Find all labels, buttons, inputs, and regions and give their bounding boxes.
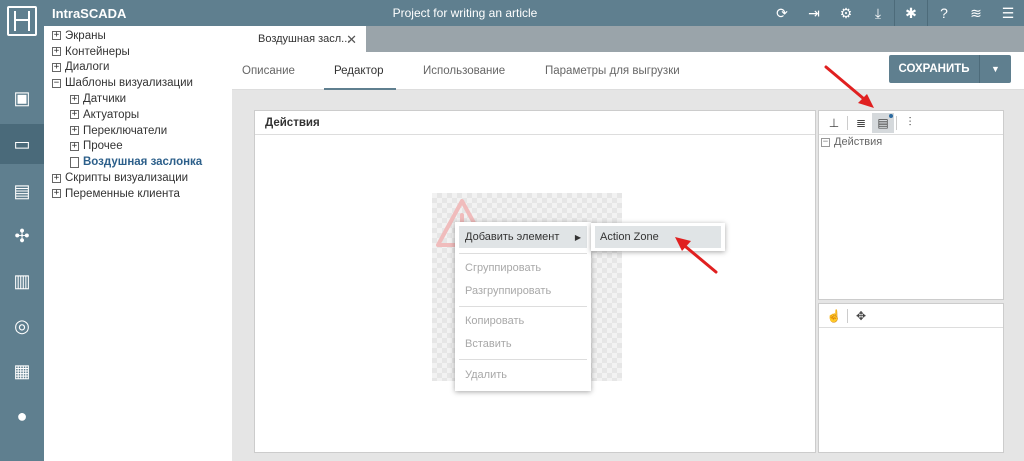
tree-item-label: Действия: [834, 136, 883, 148]
expand-icon[interactable]: +: [52, 47, 61, 57]
top-toolbar: ⟳ ⇥ ⚙ ⤓ ✱ ? ≋ ☰: [766, 0, 1024, 26]
download-icon[interactable]: ⤓: [862, 0, 894, 26]
chevron-down-icon[interactable]: ▼: [979, 55, 1011, 83]
close-icon[interactable]: ✕: [346, 32, 357, 48]
settings-gear-icon[interactable]: ⚙: [830, 0, 862, 26]
tree-item-scripts[interactable]: + Скрипты визуализации: [44, 170, 232, 186]
tab-export-params[interactable]: Параметры для выгрузки: [545, 65, 680, 77]
cpu-chip-icon[interactable]: ▣: [0, 78, 44, 118]
expand-icon[interactable]: +: [52, 62, 61, 72]
refresh-icon[interactable]: ⟳: [766, 0, 798, 26]
tree-item-containers[interactable]: + Контейнеры: [44, 44, 232, 60]
tab-editor[interactable]: Редактор: [334, 65, 384, 77]
tree-item-screens[interactable]: + Экраны: [44, 28, 232, 44]
top-bar: IntraSCADA Project for writing an articl…: [0, 0, 1024, 26]
pointer-hand-icon[interactable]: ☝: [823, 306, 845, 326]
toolbar-divider: [847, 115, 848, 130]
save-button-label: СОХРАНИТЬ: [898, 63, 970, 75]
menu-item-copy[interactable]: Копировать: [455, 310, 591, 332]
document-tab-bar: Воздушная засл... ✕: [232, 26, 1024, 52]
hierarchy-icon[interactable]: ⊥: [823, 113, 845, 133]
expand-icon[interactable]: +: [70, 110, 79, 120]
context-menu: Добавить элемент ▶ Сгруппировать Разгруп…: [455, 222, 591, 391]
archive-icon[interactable]: ▦: [0, 351, 44, 391]
bar-chart-icon[interactable]: ▥: [0, 261, 44, 301]
tree-item-actions[interactable]: − Действия: [819, 135, 1003, 149]
menu-item-label: Добавить элемент: [465, 231, 560, 243]
tree-item-dialogs[interactable]: + Диалоги: [44, 60, 232, 76]
expand-icon[interactable]: +: [70, 126, 79, 136]
menu-item-ungroup[interactable]: Разгруппировать: [455, 280, 591, 302]
tree-item-label: Датчики: [83, 93, 127, 106]
tab-air-damper[interactable]: Воздушная засл... ✕: [232, 26, 366, 52]
sliders-icon[interactable]: ⫶: [899, 113, 921, 133]
save-button[interactable]: СОХРАНИТЬ ▼: [889, 55, 1011, 83]
move-icon[interactable]: ✥: [850, 306, 872, 326]
main-sidebar: ▣ ▭ ▤ ✣ ▥ ◎ ▦ ●: [0, 26, 44, 461]
puzzle-icon[interactable]: ✣: [0, 216, 44, 256]
expand-icon[interactable]: +: [70, 94, 79, 104]
exit-icon[interactable]: ⇥: [798, 0, 830, 26]
tree-item-switches[interactable]: + Переключатели: [44, 123, 232, 139]
project-tree: + Экраны + Контейнеры + Диалоги − Шаблон…: [44, 26, 232, 461]
actions-panel-title: Действия: [255, 111, 815, 135]
bug-icon[interactable]: ✱: [895, 0, 927, 26]
menu-item-add-element[interactable]: Добавить элемент ▶: [459, 226, 587, 248]
list-icon[interactable]: ≣: [850, 113, 872, 133]
menu-divider: [459, 253, 587, 254]
structure-toolbar: ⊥ ≣ ▤ ⫶: [819, 111, 1003, 135]
tree-item-label: Скрипты визуализации: [65, 172, 189, 185]
tree-item-label: Экраны: [65, 29, 106, 42]
expand-icon[interactable]: +: [52, 189, 61, 199]
document-icon[interactable]: ▤: [0, 171, 44, 211]
menu-item-group[interactable]: Сгруппировать: [455, 257, 591, 279]
menu-item-action-zone[interactable]: Action Zone: [595, 226, 721, 248]
menu-item-delete[interactable]: Удалить: [455, 364, 591, 386]
menu-divider: [459, 306, 587, 307]
properties-panel: ☝ ✥: [818, 303, 1004, 453]
tree-item-other[interactable]: + Прочее: [44, 139, 232, 155]
menu-icon[interactable]: ☰: [992, 0, 1024, 26]
tree-item-label: Диалоги: [65, 61, 110, 74]
expand-icon[interactable]: +: [52, 173, 61, 183]
tree-item-client-vars[interactable]: + Переменные клиента: [44, 186, 232, 202]
tree-item-label: Шаблоны визуализации: [65, 77, 193, 90]
tree-item-label: Воздушная заслонка: [83, 156, 203, 169]
tree-item-air-damper[interactable]: Воздушная заслонка: [44, 154, 232, 170]
tree-item-sensors[interactable]: + Датчики: [44, 91, 232, 107]
add-element-submenu: Action Zone: [591, 223, 725, 251]
expand-icon[interactable]: +: [52, 31, 61, 41]
help-icon[interactable]: ?: [928, 0, 960, 26]
app-logo: [0, 0, 44, 42]
structure-panel: ⊥ ≣ ▤ ⫶ − Действия: [818, 110, 1004, 300]
menu-item-paste[interactable]: Вставить: [455, 333, 591, 355]
user-icon[interactable]: ●: [0, 396, 44, 436]
collapse-icon[interactable]: −: [52, 78, 61, 88]
toolbar-divider: [896, 115, 897, 130]
tab-usage[interactable]: Использование: [423, 65, 505, 77]
monitor-icon[interactable]: ▭: [0, 124, 44, 164]
wifi-icon[interactable]: ≋: [960, 0, 992, 26]
properties-toolbar: ☝ ✥: [819, 304, 1003, 328]
menu-divider: [459, 359, 587, 360]
chevron-right-icon: ▶: [574, 232, 581, 242]
file-icon: [70, 156, 79, 168]
tree-item-templates[interactable]: − Шаблоны визуализации: [44, 75, 232, 91]
toolbar-divider: [847, 308, 848, 323]
tree-item-label: Переменные клиента: [65, 187, 180, 200]
tree-item-label: Актуаторы: [83, 108, 140, 121]
tree-item-actuators[interactable]: + Актуаторы: [44, 107, 232, 123]
tab-label: Воздушная засл...: [258, 33, 351, 45]
database-icon[interactable]: ◎: [0, 306, 44, 346]
tree-item-label: Контейнеры: [65, 45, 130, 58]
collapse-icon[interactable]: −: [821, 137, 830, 147]
tab-description[interactable]: Описание: [242, 65, 295, 77]
actions-icon[interactable]: ▤: [872, 112, 894, 133]
tree-item-label: Переключатели: [83, 124, 168, 137]
tree-item-label: Прочее: [83, 140, 123, 153]
expand-icon[interactable]: +: [70, 141, 79, 151]
